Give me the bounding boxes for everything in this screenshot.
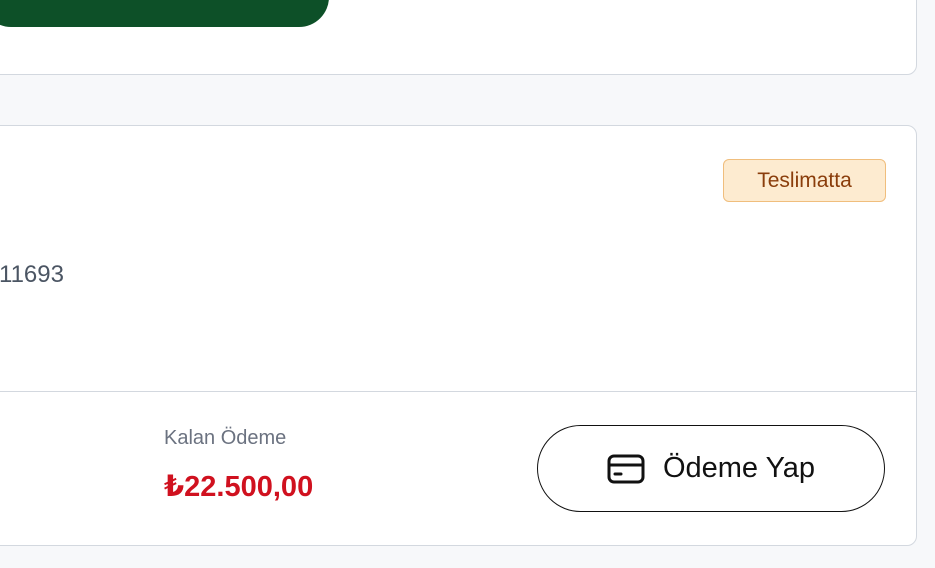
credit-card-icon [607,454,645,484]
order-card: e 11693 Teslimatta Kalan Ödeme ₺22.500,0… [0,125,917,546]
status-badge: Teslimatta [723,159,886,202]
remaining-payment-amount: ₺22.500,00 [164,471,314,503]
order-card-header: e 11693 Teslimatta [0,126,916,392]
remaining-payment-label: Kalan Ödeme [164,427,287,449]
pay-button[interactable]: Ödeme Yap [537,425,885,512]
top-card [0,0,917,75]
primary-action-button[interactable] [0,0,329,27]
order-number: 11693 [0,261,64,288]
pay-button-label: Ödeme Yap [662,452,816,484]
